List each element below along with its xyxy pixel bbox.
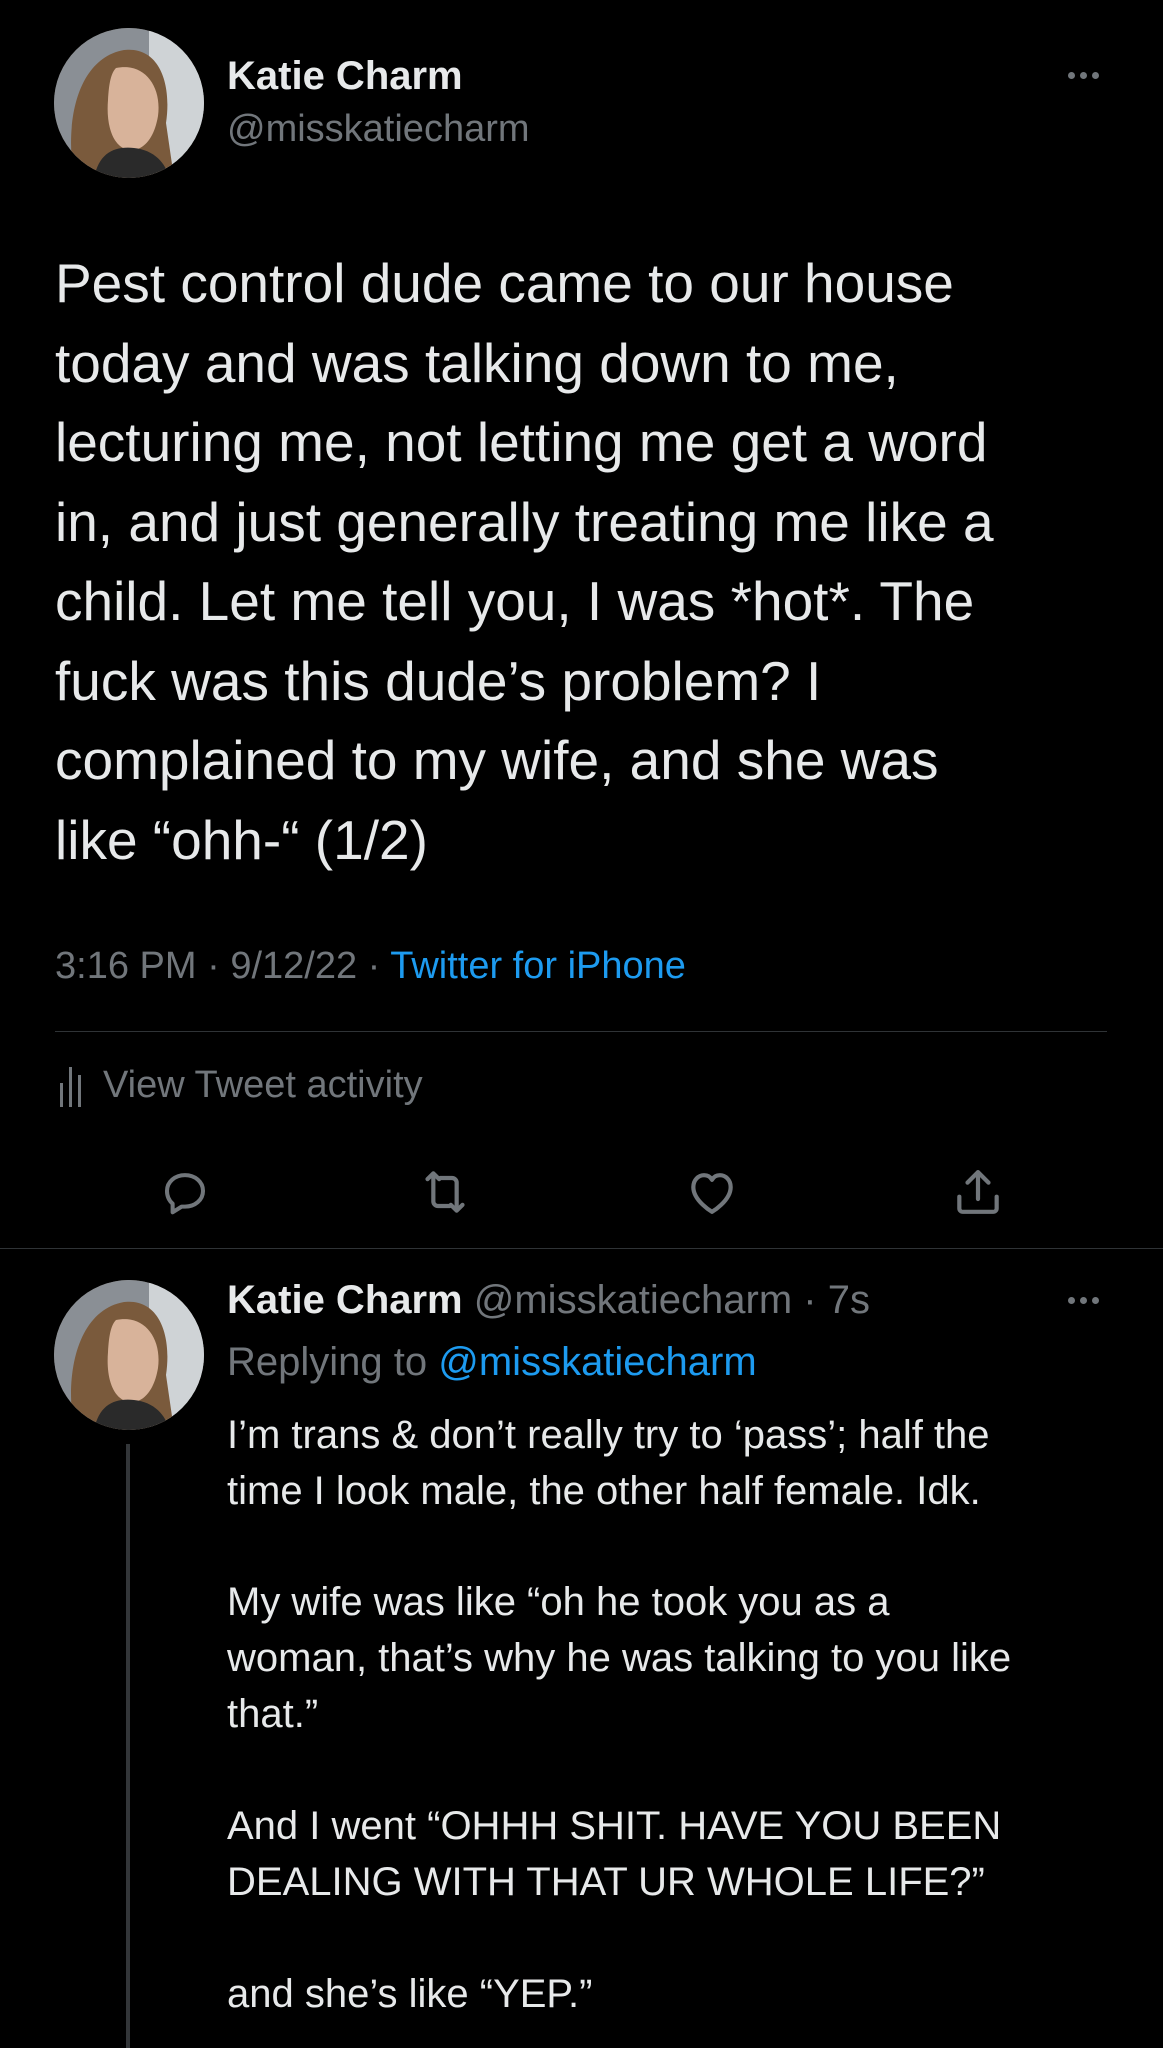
like-button[interactable] xyxy=(682,1162,742,1222)
reply-paragraph: My wife was like “oh he took you as a wo… xyxy=(227,1574,1127,1742)
reply-text-line: DEALING WITH THAT UR WHOLE LIFE?” xyxy=(227,1860,985,1904)
reply-text-line: And I went “OHHH SHIT. HAVE YOU BEEN xyxy=(227,1804,1002,1848)
meta-separator: · xyxy=(196,945,231,987)
author-name[interactable]: Katie Charm xyxy=(227,54,463,99)
replying-to: Replying to @misskatiecharm xyxy=(227,1340,757,1385)
tweet-time[interactable]: 3:16 PM xyxy=(55,945,197,987)
tweet-text-line: fuck was this dude’s problem? I xyxy=(55,649,822,712)
tweet-text-line: today and was talking down to me, xyxy=(55,331,899,394)
divider xyxy=(55,1031,1107,1032)
reply-text-line: woman, that’s why he was talking to you … xyxy=(227,1636,1012,1680)
reply-author-handle[interactable]: @misskatiecharm xyxy=(474,1278,792,1322)
thread-connector-line xyxy=(126,1444,130,2048)
divider xyxy=(0,1248,1163,1249)
reply-text-line: My wife was like “oh he took you as a xyxy=(227,1580,890,1624)
reply-button[interactable] xyxy=(155,1162,215,1222)
retweet-icon xyxy=(425,1171,465,1213)
replying-to-mention[interactable]: @misskatiecharm xyxy=(438,1340,756,1384)
share-button[interactable] xyxy=(948,1162,1008,1222)
reply-author-avatar[interactable] xyxy=(54,1280,204,1430)
author-handle[interactable]: @misskatiecharm xyxy=(227,108,530,151)
heart-icon xyxy=(691,1173,733,1214)
reply-header: Katie Charm @misskatiecharm · 7s xyxy=(227,1278,870,1323)
reply-author-name[interactable]: Katie Charm xyxy=(227,1278,463,1322)
tweet-text-line: in, and just generally treating me like … xyxy=(55,490,994,553)
replying-label: Replying to xyxy=(227,1340,428,1384)
tweet-text-line: complained to my wife, and she was xyxy=(55,729,939,791)
reply-paragraph: And I went “OHHH SHIT. HAVE YOU BEEN DEA… xyxy=(227,1798,1127,1910)
tweet-meta: 3:16 PM · 9/12/22 · Twitter for iPhone xyxy=(55,945,686,988)
view-activity-label: View Tweet activity xyxy=(103,1063,423,1106)
tweet-text-line: like “ohh-“ (1/2) xyxy=(55,808,428,871)
more-horizontal-icon[interactable] xyxy=(1068,1297,1099,1304)
reply-text-line: that.” xyxy=(227,1692,319,1736)
reply-age[interactable]: 7s xyxy=(828,1278,870,1322)
view-tweet-activity-link[interactable]: View Tweet activity xyxy=(60,1063,423,1107)
more-horizontal-icon[interactable] xyxy=(1068,72,1099,79)
reply-paragraph: I’m trans & don’t really try to ‘pass’; … xyxy=(227,1407,1127,1519)
reply-text-line: and she’s like “YEP.” xyxy=(227,1972,593,2016)
meta-separator: · xyxy=(792,1278,828,1322)
reply-icon xyxy=(164,1173,206,1215)
tweet-date[interactable]: 9/12/22 xyxy=(230,945,357,987)
bar-chart-icon xyxy=(60,1063,81,1107)
retweet-button[interactable] xyxy=(415,1162,475,1222)
tweet-text-line: lecturing me, not letting me get a word xyxy=(55,411,988,473)
meta-separator: · xyxy=(357,945,391,987)
tweet-text: Pest control dude came to our house toda… xyxy=(55,244,1115,880)
reply-text-line: time I look male, the other half female.… xyxy=(227,1469,981,1513)
reply-paragraph: and she’s like “YEP.” xyxy=(227,1966,1127,2022)
author-avatar[interactable] xyxy=(54,28,204,178)
reply-text-line: I’m trans & don’t really try to ‘pass’; … xyxy=(227,1413,990,1457)
tweet-source-link[interactable]: Twitter for iPhone xyxy=(390,945,686,987)
share-icon xyxy=(957,1170,999,1214)
tweet-text-line: child. Let me tell you, I was *hot*. The xyxy=(55,570,975,632)
tweet-text-line: Pest control dude came to our house xyxy=(55,252,954,314)
